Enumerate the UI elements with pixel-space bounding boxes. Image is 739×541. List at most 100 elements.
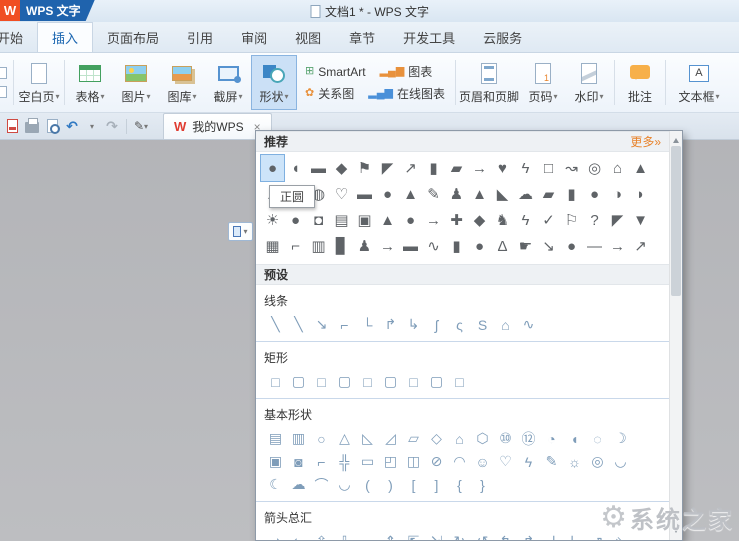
export-pdf-button[interactable] xyxy=(3,115,21,137)
shape-icon[interactable]: ◗ xyxy=(629,181,652,207)
tab-view[interactable]: 视图 xyxy=(281,22,335,52)
shape-icon[interactable]: ↱ xyxy=(379,313,402,336)
shapes-button[interactable]: 形状 xyxy=(251,55,297,110)
shape-icon[interactable]: ╲ xyxy=(264,313,287,336)
shape-icon[interactable]: □ xyxy=(356,370,379,393)
shape-icon[interactable]: ▮ xyxy=(422,155,445,181)
shape-icon[interactable]: └ xyxy=(356,313,379,336)
shape-icon[interactable]: ⚐ xyxy=(560,207,583,233)
shape-icon[interactable]: ] xyxy=(425,473,448,496)
pen-tool-button[interactable]: ✎ ▾ xyxy=(132,115,150,137)
shape-icon[interactable]: ∿ xyxy=(422,233,445,259)
shape-icon[interactable]: ▬ xyxy=(399,233,422,259)
panel-scrollbar[interactable] xyxy=(669,131,682,540)
shape-icon[interactable]: [ xyxy=(402,473,425,496)
shape-icon[interactable]: ▲ xyxy=(468,181,491,207)
shape-icon[interactable]: ( xyxy=(356,473,379,496)
shape-icon[interactable]: □ xyxy=(402,370,425,393)
shape-icon[interactable]: □ xyxy=(537,155,560,181)
shape-icon[interactable]: ▭ xyxy=(356,450,379,473)
textbox-button[interactable]: 文本框 xyxy=(668,55,730,110)
tab-review[interactable]: 审阅 xyxy=(227,22,281,52)
shape-icon[interactable]: } xyxy=(471,473,494,496)
shape-icon[interactable]: ◇ xyxy=(425,427,448,450)
shape-icon[interactable]: ◌ xyxy=(586,427,609,450)
shape-icon[interactable]: ⌐ xyxy=(333,313,356,336)
shape-icon[interactable]: ▲ xyxy=(376,207,399,233)
shape-icon[interactable]: ○ xyxy=(310,427,333,450)
shape-icon[interactable]: ↲ xyxy=(540,530,563,540)
shape-icon[interactable]: ↳ xyxy=(563,530,586,540)
shape-icon[interactable]: ☺ xyxy=(471,450,494,473)
shape-icon[interactable]: ╲ xyxy=(287,313,310,336)
shape-icon[interactable]: → xyxy=(422,207,445,233)
shape-icon[interactable]: ● xyxy=(583,181,606,207)
tab-page-layout[interactable]: 页面布局 xyxy=(93,22,173,52)
shape-icon[interactable]: ↝ xyxy=(560,155,583,181)
wps-logo[interactable]: W WPS 文字 xyxy=(0,0,95,21)
shape-icon[interactable]: ◰ xyxy=(379,450,402,473)
shape-icon[interactable]: ▰ xyxy=(537,181,560,207)
shape-icon[interactable]: ◆ xyxy=(330,155,353,181)
shape-icon[interactable]: ▰ xyxy=(445,155,468,181)
shape-icon[interactable]: ⇨ xyxy=(264,530,287,540)
shape-icon[interactable]: ↗ xyxy=(399,155,422,181)
shape-icon[interactable]: ♥ xyxy=(491,155,514,181)
shape-icon[interactable]: ⇦ xyxy=(287,530,310,540)
shape-icon[interactable]: △ xyxy=(333,427,356,450)
shape-icon[interactable]: ⇩ xyxy=(333,530,356,540)
shape-icon[interactable]: ↳ xyxy=(402,313,425,336)
print-button[interactable] xyxy=(23,115,41,137)
shape-icon[interactable]: ● xyxy=(468,233,491,259)
shape-icon[interactable]: ▣ xyxy=(264,450,287,473)
shape-icon[interactable]: □ xyxy=(448,370,471,393)
shape-icon[interactable]: ▬ xyxy=(353,181,376,207)
tab-cloud[interactable]: 云服务 xyxy=(469,22,536,52)
tab-developer[interactable]: 开发工具 xyxy=(389,22,469,52)
shape-icon[interactable]: ↺ xyxy=(471,530,494,540)
shape-icon[interactable]: ▮ xyxy=(560,181,583,207)
table-button[interactable]: 表格 xyxy=(67,55,113,110)
shape-icon[interactable]: ▢ xyxy=(333,370,356,393)
shape-icon[interactable]: ◙ xyxy=(287,450,310,473)
shape-icon[interactable]: ϟ xyxy=(514,207,537,233)
more-shapes-link[interactable]: 更多» xyxy=(630,133,661,150)
shape-icon[interactable]: ) xyxy=(379,473,402,496)
shape-icon[interactable]: ♟ xyxy=(445,181,468,207)
shape-icon[interactable]: ϟ xyxy=(517,450,540,473)
shape-icon[interactable]: ↱ xyxy=(517,530,540,540)
shape-icon[interactable]: ◖ xyxy=(284,155,307,181)
shape-icon[interactable]: ↰ xyxy=(494,530,517,540)
smartart-button[interactable]: ⊞ SmartArt xyxy=(305,63,366,80)
shape-icon[interactable]: ● xyxy=(376,181,399,207)
shape-icon[interactable]: S xyxy=(471,313,494,336)
shape-icon[interactable]: ◆ xyxy=(468,207,491,233)
shape-icon[interactable]: ς xyxy=(448,313,471,336)
shape-icon[interactable]: ▢ xyxy=(287,370,310,393)
shape-icon[interactable]: ● xyxy=(284,207,307,233)
shape-icon[interactable]: ⇲ xyxy=(425,530,448,540)
scrollbar-thumb[interactable] xyxy=(671,146,681,296)
blank-page-button[interactable]: 空白页 xyxy=(16,55,62,110)
shape-icon[interactable]: ▊ xyxy=(330,233,353,259)
shape-icon[interactable]: ◠ xyxy=(448,450,471,473)
shape-icon[interactable]: ◡ xyxy=(609,450,632,473)
screenshot-button[interactable]: 截屏 xyxy=(205,55,251,110)
shape-icon[interactable]: ― xyxy=(583,233,606,259)
shape-icon[interactable]: ↗ xyxy=(629,233,652,259)
shape-icon[interactable]: ▦ xyxy=(261,233,284,259)
shape-icon[interactable]: ╬ xyxy=(333,450,356,473)
shape-icon[interactable]: ◎ xyxy=(586,450,609,473)
shape-icon[interactable]: → xyxy=(376,233,399,259)
shape-icon[interactable]: ∿ xyxy=(517,313,540,336)
online-chart-button[interactable]: ▂▄▆ 在线图表 xyxy=(368,85,445,102)
shape-icon[interactable]: ▥ xyxy=(307,233,330,259)
shape-icon[interactable]: ⇱ xyxy=(402,530,425,540)
shape-icon[interactable]: ↻ xyxy=(448,530,471,540)
undo-dropdown[interactable]: ▾ xyxy=(83,115,101,137)
shape-icon[interactable]: ʃ xyxy=(425,313,448,336)
shape-icon[interactable]: ⌐ xyxy=(310,450,333,473)
shape-icon[interactable]: ⚑ xyxy=(353,155,376,181)
shape-icon[interactable]: ☛ xyxy=(514,233,537,259)
shape-icon[interactable]: ↘ xyxy=(537,233,560,259)
